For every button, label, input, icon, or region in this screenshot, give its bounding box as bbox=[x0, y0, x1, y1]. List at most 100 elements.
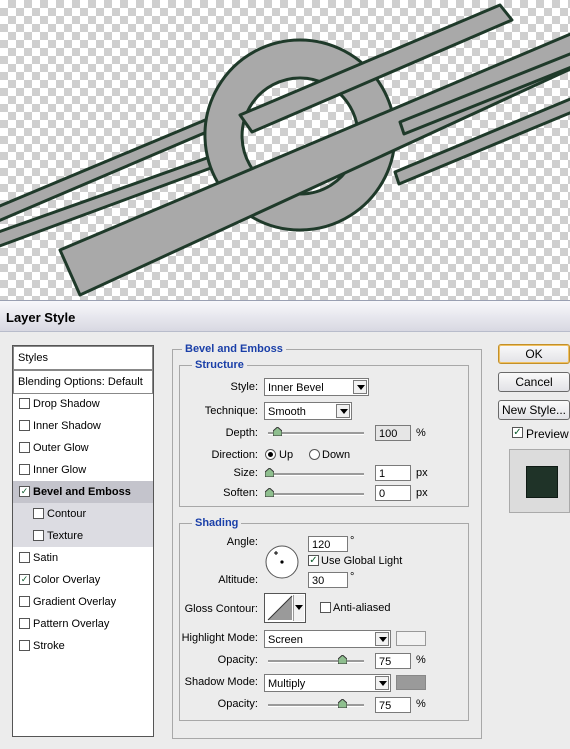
style-item-drop-shadow[interactable]: Drop Shadow bbox=[13, 393, 153, 415]
anti-aliased-checkbox[interactable] bbox=[320, 602, 331, 613]
highlight-opacity-unit: % bbox=[416, 654, 426, 666]
size-slider-thumb[interactable] bbox=[265, 468, 274, 477]
direction-up-radio[interactable] bbox=[265, 449, 276, 460]
angle-dial-icon[interactable] bbox=[264, 544, 300, 580]
pattern-overlay-checkbox[interactable] bbox=[19, 618, 30, 629]
dialog-title: Layer Style bbox=[6, 310, 76, 325]
style-select[interactable]: Inner Bevel bbox=[264, 378, 369, 396]
style-item-gradient-overlay[interactable]: Gradient Overlay bbox=[13, 591, 153, 613]
contour-checkbox[interactable] bbox=[33, 508, 44, 519]
inner-shadow-checkbox[interactable] bbox=[19, 420, 30, 431]
shadow-opacity-slider[interactable] bbox=[268, 699, 364, 708]
technique-select[interactable]: Smooth bbox=[264, 402, 352, 420]
blending-options-label: Blending Options: Default bbox=[18, 376, 143, 388]
blending-options-item[interactable]: Blending Options: Default bbox=[13, 370, 153, 394]
styles-list: Styles Blending Options: Default Drop Sh… bbox=[12, 345, 154, 737]
use-global-light-label: Use Global Light bbox=[321, 555, 403, 567]
highlight-opacity-slider[interactable] bbox=[268, 655, 364, 664]
style-item-texture[interactable]: Texture bbox=[13, 525, 153, 547]
altitude-value: 30 bbox=[312, 575, 325, 587]
shadow-color-swatch[interactable] bbox=[396, 675, 426, 690]
cancel-button[interactable]: Cancel bbox=[498, 372, 570, 392]
technique-select-value: Smooth bbox=[268, 406, 306, 418]
style-item-bevel-and-emboss[interactable]: ✓ Bevel and Emboss bbox=[13, 481, 153, 503]
style-item-label: Pattern Overlay bbox=[33, 618, 110, 630]
inner-glow-checkbox[interactable] bbox=[19, 464, 30, 475]
style-item-inner-shadow[interactable]: Inner Shadow bbox=[13, 415, 153, 437]
soften-slider-thumb[interactable] bbox=[265, 488, 274, 497]
depth-slider[interactable] bbox=[268, 427, 364, 436]
stroke-checkbox[interactable] bbox=[19, 640, 30, 651]
gradient-overlay-checkbox[interactable] bbox=[19, 596, 30, 607]
altitude-input[interactable]: 30 bbox=[308, 572, 348, 588]
style-item-stroke[interactable]: Stroke bbox=[13, 635, 153, 657]
use-global-light-checkbox[interactable]: ✓ bbox=[308, 555, 319, 566]
style-item-color-overlay[interactable]: ✓ Color Overlay bbox=[13, 569, 153, 591]
highlight-mode-label: Highlight Mode: bbox=[181, 632, 258, 644]
document-canvas[interactable] bbox=[0, 0, 570, 300]
angle-unit: ° bbox=[350, 535, 355, 547]
style-item-inner-glow[interactable]: Inner Glow bbox=[13, 459, 153, 481]
depth-input[interactable]: 100 bbox=[375, 425, 411, 441]
highlight-opacity-input[interactable]: 75 bbox=[375, 653, 411, 669]
direction-down-radio[interactable] bbox=[309, 449, 320, 460]
ok-button[interactable]: OK bbox=[498, 344, 570, 364]
satin-checkbox[interactable] bbox=[19, 552, 30, 563]
highlight-mode-value: Screen bbox=[268, 634, 303, 646]
slider-thumb-icon bbox=[338, 699, 347, 708]
style-item-label: Color Overlay bbox=[33, 574, 101, 586]
chevron-down-icon bbox=[293, 595, 304, 621]
style-item-label: Inner Shadow bbox=[33, 420, 101, 432]
shadow-opacity-input[interactable]: 75 bbox=[375, 697, 411, 713]
style-item-label: Inner Glow bbox=[33, 464, 87, 476]
preview-checkbox[interactable]: ✓ bbox=[512, 427, 523, 438]
style-item-satin[interactable]: Satin bbox=[13, 547, 153, 569]
highlight-opacity-value: 75 bbox=[379, 656, 392, 668]
slider-thumb-icon bbox=[273, 427, 282, 436]
gloss-contour-picker[interactable] bbox=[264, 593, 306, 623]
style-item-label: Texture bbox=[47, 530, 84, 542]
depth-slider-thumb[interactable] bbox=[273, 427, 282, 436]
shading-title: Shading bbox=[192, 517, 242, 529]
outer-glow-checkbox[interactable] bbox=[19, 442, 30, 453]
highlight-opacity-thumb[interactable] bbox=[338, 655, 347, 664]
shadow-opacity-thumb[interactable] bbox=[338, 699, 347, 708]
soften-input[interactable]: 0 bbox=[375, 485, 411, 501]
highlight-mode-select[interactable]: Screen bbox=[264, 630, 391, 648]
soften-slider[interactable] bbox=[265, 488, 364, 497]
styles-header-label: Styles bbox=[18, 352, 48, 364]
chevron-down-icon bbox=[375, 676, 389, 690]
chevron-down-icon bbox=[375, 632, 389, 646]
angle-input[interactable]: 120 bbox=[308, 536, 348, 552]
highlight-color-swatch[interactable] bbox=[396, 631, 426, 646]
dialog-titlebar: Layer Style bbox=[0, 301, 570, 332]
angle-value: 120 bbox=[312, 539, 331, 551]
size-slider[interactable] bbox=[265, 468, 364, 477]
styles-header[interactable]: Styles bbox=[13, 346, 153, 370]
depth-unit: % bbox=[416, 427, 426, 439]
texture-checkbox[interactable] bbox=[33, 530, 44, 541]
shadow-opacity-unit: % bbox=[416, 698, 426, 710]
new-style-button[interactable]: New Style... bbox=[498, 400, 570, 420]
style-item-label: Drop Shadow bbox=[33, 398, 100, 410]
chevron-down-icon bbox=[353, 380, 367, 394]
preview-swatch bbox=[526, 466, 558, 498]
bevel-and-emboss-checkbox[interactable]: ✓ bbox=[19, 486, 30, 497]
style-item-outer-glow[interactable]: Outer Glow bbox=[13, 437, 153, 459]
bevel-and-emboss-title: Bevel and Emboss bbox=[182, 343, 286, 355]
color-overlay-checkbox[interactable]: ✓ bbox=[19, 574, 30, 585]
shadow-mode-value: Multiply bbox=[268, 678, 306, 690]
size-input[interactable]: 1 bbox=[375, 465, 411, 481]
style-item-pattern-overlay[interactable]: Pattern Overlay bbox=[13, 613, 153, 635]
shadow-opacity-label: Opacity: bbox=[217, 698, 258, 710]
soften-unit: px bbox=[416, 487, 428, 499]
angle-label: Angle: bbox=[226, 536, 258, 548]
altitude-label: Altitude: bbox=[218, 574, 258, 586]
highlight-opacity-label: Opacity: bbox=[217, 654, 258, 666]
depth-label: Depth: bbox=[225, 427, 258, 439]
drop-shadow-checkbox[interactable] bbox=[19, 398, 30, 409]
technique-label: Technique: bbox=[204, 405, 258, 417]
gloss-contour-label: Gloss Contour: bbox=[184, 603, 258, 615]
shadow-mode-select[interactable]: Multiply bbox=[264, 674, 391, 692]
style-item-contour[interactable]: Contour bbox=[13, 503, 153, 525]
